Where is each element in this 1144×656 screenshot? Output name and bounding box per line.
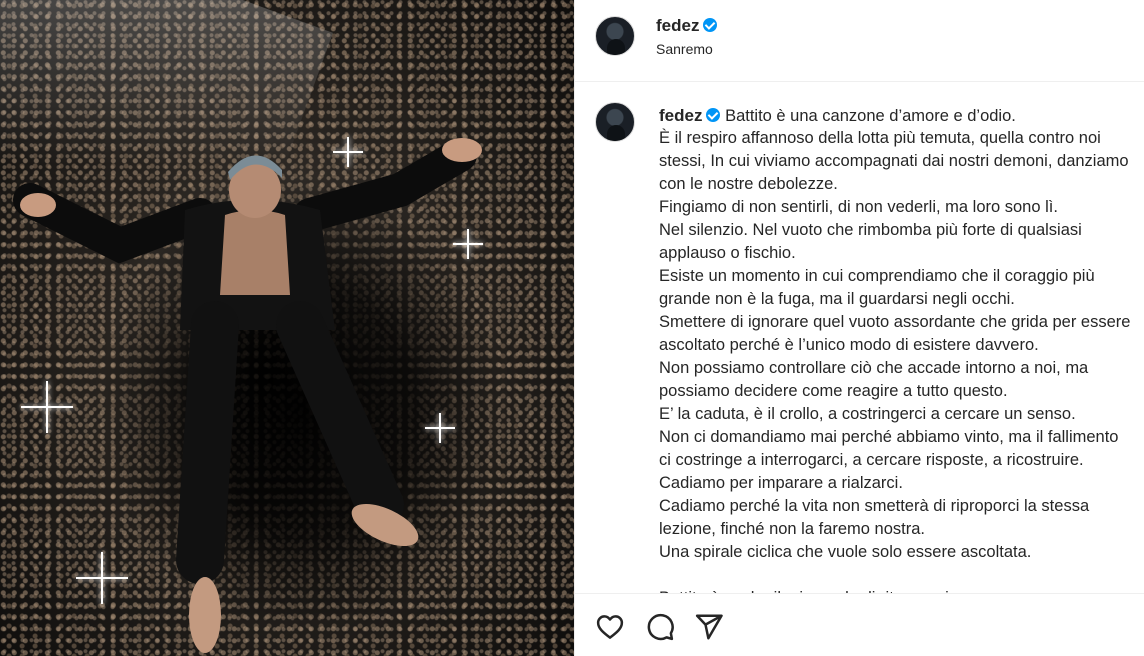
caption-line: stessi, In cui viviamo accompagnati dai … [659, 152, 1129, 170]
caption-line: Cadiamo per imparare a rialzarci. [659, 474, 903, 492]
header-username[interactable]: fedez [656, 16, 699, 35]
caption-line: Non ci domandiamo mai perché abbiamo vin… [659, 428, 1119, 446]
post-actions-bar [575, 593, 1144, 656]
sparkle-icon [425, 413, 455, 443]
caption-area: fedez Battito è una canzone d’amore e d’… [575, 82, 1144, 593]
caption-body: È il respiro affannoso della lotta più t… [659, 127, 1144, 593]
sparkle-icon [21, 381, 73, 433]
caption-line: ascoltato perché è l’unico modo di esist… [659, 336, 1039, 354]
caption-line: lezione, finché non la faremo nostra. [659, 520, 925, 538]
caption-first-line: fedez Battito è una canzone d’amore e d’… [659, 104, 1144, 127]
location-link[interactable]: Sanremo [656, 41, 713, 57]
verified-badge-icon [706, 108, 721, 122]
caption-line: Non possiamo controllare ciò che accade … [659, 359, 1089, 377]
share-icon[interactable] [694, 612, 724, 642]
caption-line: È il respiro affannoso della lotta più t… [659, 129, 1101, 147]
caption-line: Smettere di ignorare quel vuoto assordan… [659, 313, 1131, 331]
verified-badge-icon [703, 18, 718, 32]
caption-line: ci costringe a interrogarci, a cercare r… [659, 451, 1084, 469]
caption-avatar[interactable] [595, 102, 635, 142]
avatar[interactable] [595, 16, 635, 56]
caption-line: Battito è una canzone d’amore e d’odio. [725, 107, 1016, 125]
caption-line: Esiste un momento in cui comprendiamo ch… [659, 267, 1095, 285]
caption-line: Una spirale ciclica che vuole solo esser… [659, 543, 1032, 561]
caption-line: possiamo decidere come reagire a tutto q… [659, 382, 1008, 400]
post-details-panel: fedez Sanremo fedez Battito è una canzon… [574, 0, 1144, 656]
post-photo[interactable] [0, 0, 574, 656]
header-username-row: fedez [656, 16, 718, 36]
caption-line: Fingiamo di non sentirli, di non vederli… [659, 198, 1058, 216]
caption-text: fedez Battito è una canzone d’amore e d’… [659, 104, 1144, 593]
caption-line: grande non è la fuga, ma il guardarsi ne… [659, 290, 1015, 308]
sparkle-icon [333, 137, 363, 167]
post-header: fedez Sanremo [575, 0, 1144, 82]
sparkle-icon [76, 552, 128, 604]
caption-username[interactable]: fedez [659, 106, 702, 125]
caption-line: Cadiamo perché la vita non smetterà di r… [659, 497, 1090, 515]
heart-icon[interactable] [595, 612, 625, 642]
comment-icon[interactable] [645, 612, 675, 642]
caption-line: con le nostre debolezze. [659, 175, 838, 193]
caption-line: applauso o fischio. [659, 244, 796, 262]
caption-line [659, 564, 1144, 587]
caption-line: E’ la caduta, è il crollo, a costringerc… [659, 405, 1076, 423]
caption-line: Nel silenzio. Nel vuoto che rimbomba più… [659, 221, 1082, 239]
sparkle-icon [453, 229, 483, 259]
